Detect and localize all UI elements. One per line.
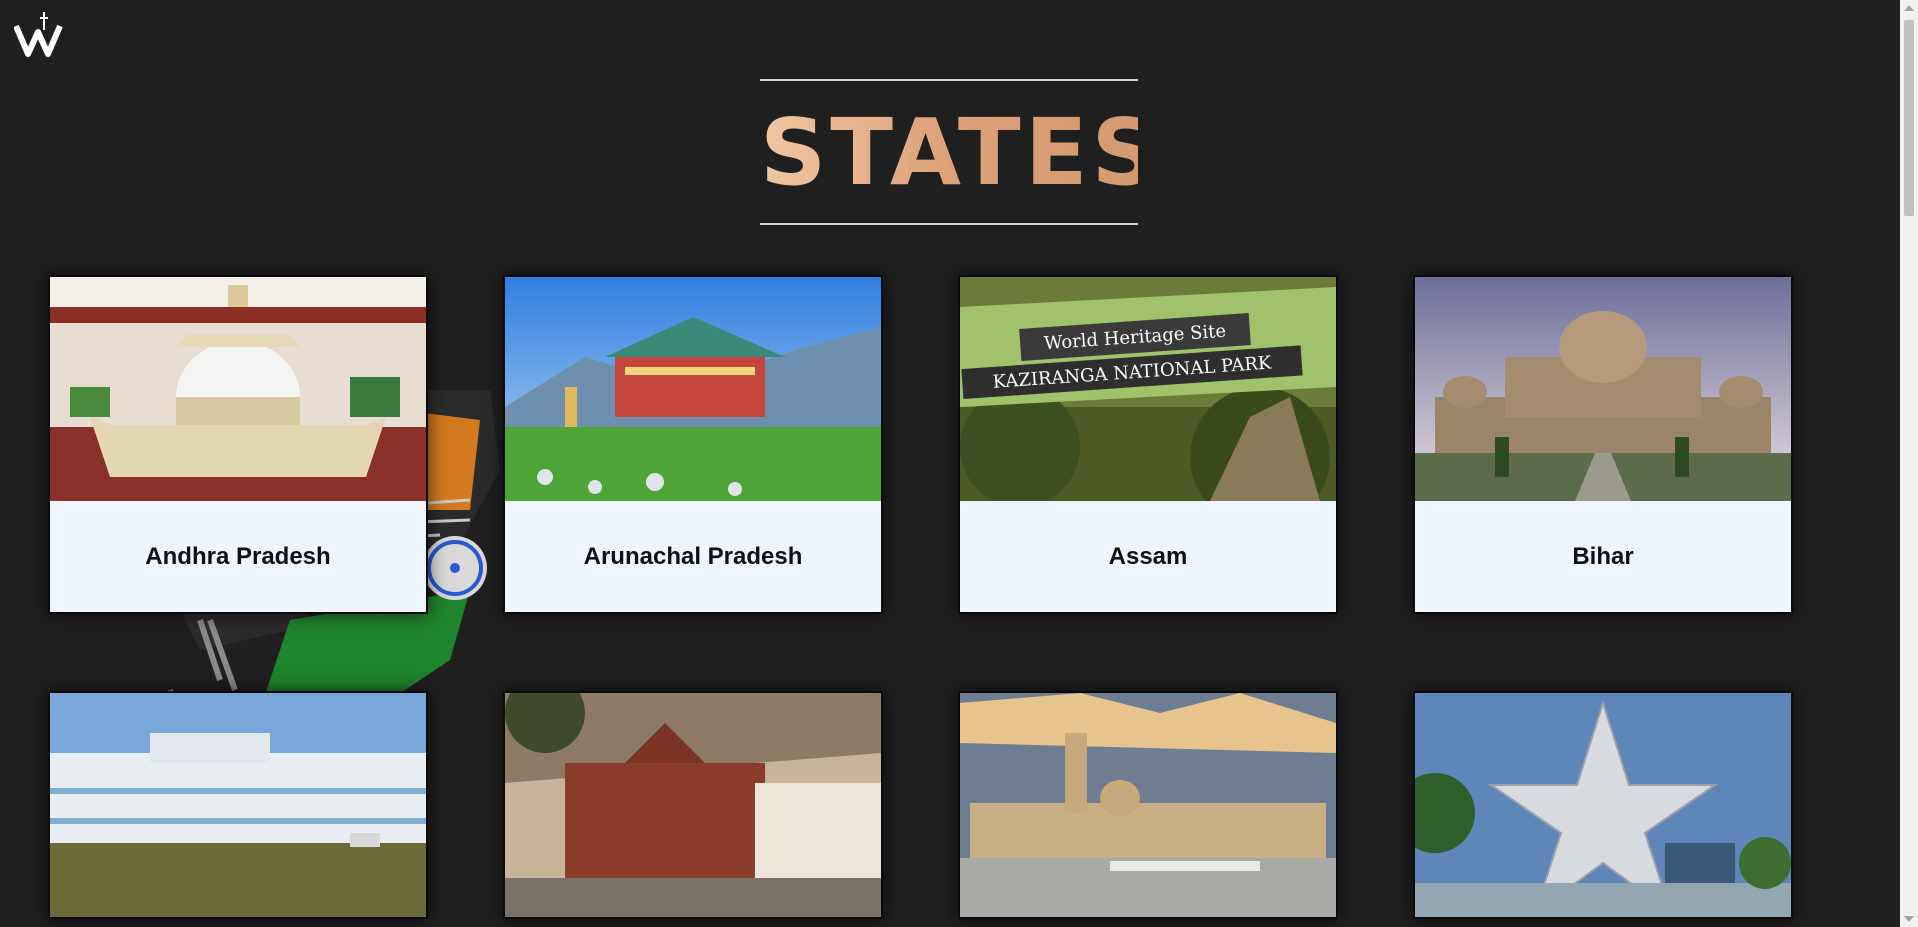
state-card-5[interactable] bbox=[48, 691, 428, 919]
title-rule-bottom bbox=[760, 223, 1138, 225]
page-title: STATES bbox=[760, 99, 1162, 206]
state-name: Bihar bbox=[1572, 542, 1634, 570]
state-card-6[interactable] bbox=[503, 691, 883, 919]
state-card-7[interactable] bbox=[958, 691, 1338, 919]
vertical-scrollbar[interactable] bbox=[1900, 0, 1918, 927]
tomb-palace-photo bbox=[1415, 277, 1791, 501]
stupa-model-photo bbox=[50, 277, 426, 501]
state-name: Arunachal Pradesh bbox=[583, 542, 803, 570]
title-rule-top bbox=[760, 79, 1138, 81]
state-card-andhra-pradesh[interactable]: Andhra Pradesh bbox=[48, 275, 428, 614]
scroll-down-arrow-icon[interactable] bbox=[1904, 916, 1914, 922]
state-card-8[interactable] bbox=[1413, 691, 1793, 919]
state-card-arunachal-pradesh[interactable]: Arunachal Pradesh bbox=[503, 275, 883, 614]
w-logo-icon[interactable] bbox=[13, 10, 70, 60]
colonial-palace-photo bbox=[50, 693, 426, 917]
scroll-up-arrow-icon[interactable] bbox=[1904, 5, 1914, 11]
page-header: STATES bbox=[760, 79, 1162, 225]
state-card-bihar[interactable]: Bihar bbox=[1413, 275, 1793, 614]
kaziranga-sign-photo: World Heritage Site KAZIRANGA NATIONAL P… bbox=[960, 277, 1336, 501]
scrollbar-thumb[interactable] bbox=[1904, 20, 1914, 216]
star-monument-photo bbox=[1415, 693, 1791, 917]
state-name: Assam bbox=[1108, 542, 1188, 570]
state-card-assam[interactable]: World Heritage Site KAZIRANGA NATIONAL P… bbox=[958, 275, 1338, 614]
basilica-photo bbox=[505, 693, 881, 917]
state-name: Andhra Pradesh bbox=[145, 542, 331, 570]
monastery-photo bbox=[505, 277, 881, 501]
laxmi-vilas-palace-photo bbox=[960, 693, 1336, 917]
